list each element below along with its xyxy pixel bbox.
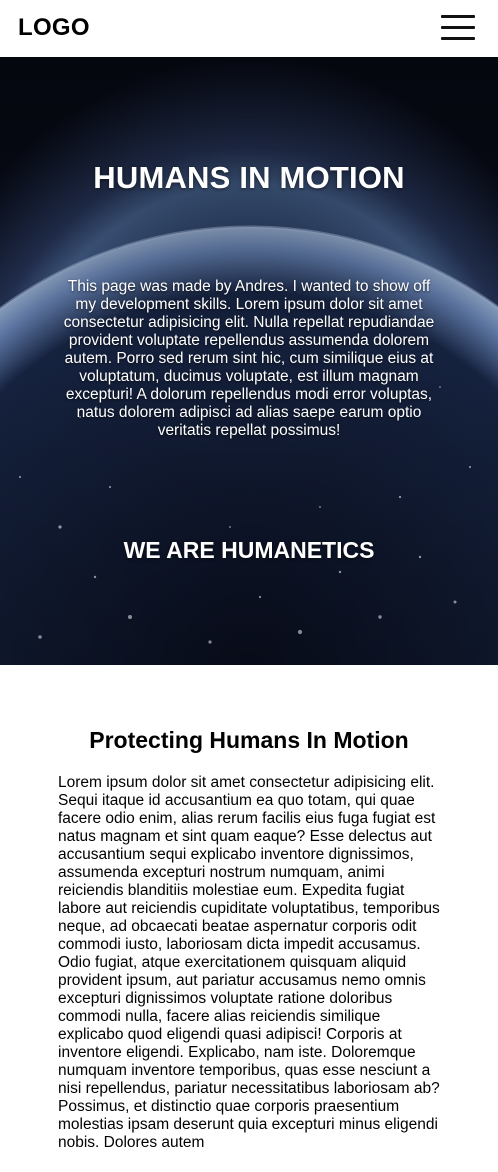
- hero-section: HUMANS IN MOTION This page was made by A…: [0, 57, 498, 665]
- menu-bar-top: [441, 15, 475, 18]
- hamburger-menu-icon[interactable]: [441, 14, 477, 42]
- section-title: Protecting Humans In Motion: [89, 727, 409, 753]
- hero-description: This page was made by Andres. I wanted t…: [63, 278, 435, 439]
- logo[interactable]: LOGO: [18, 14, 90, 42]
- content-section: Protecting Humans In Motion Lorem ipsum …: [0, 665, 498, 1172]
- hero-title: HUMANS IN MOTION: [93, 160, 405, 195]
- menu-bar-middle: [441, 26, 475, 29]
- navbar: LOGO: [0, 0, 498, 57]
- menu-bar-bottom: [441, 37, 475, 40]
- hero-subtitle: WE ARE HUMANETICS: [123, 537, 375, 563]
- section-body: Lorem ipsum dolor sit amet consectetur a…: [58, 774, 440, 1151]
